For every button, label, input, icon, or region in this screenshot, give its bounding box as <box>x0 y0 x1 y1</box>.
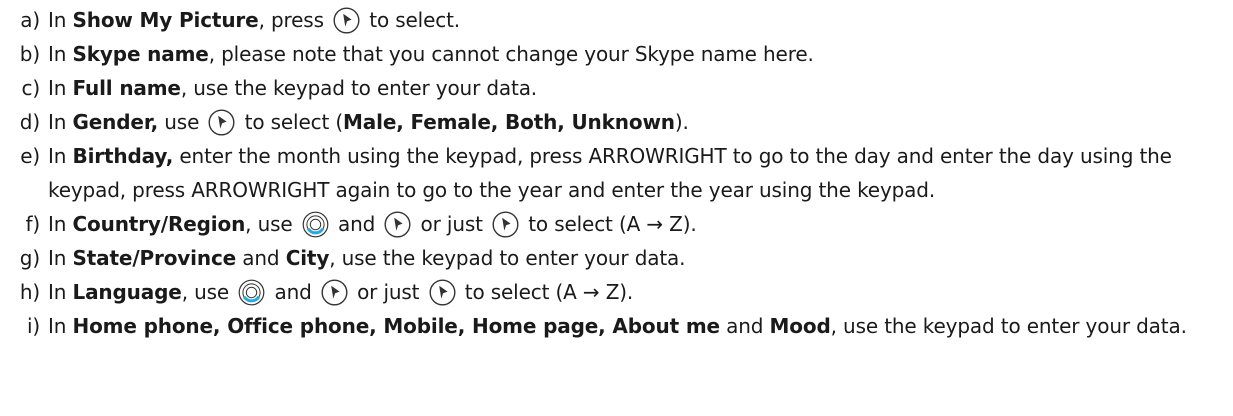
list-item: e) In Birthday, enter the month using the… <box>12 139 1233 207</box>
text-run: and <box>719 314 770 338</box>
bold-term: Gender, <box>72 110 159 134</box>
list-item: g) In State/Province and City, use the ke… <box>12 241 1233 275</box>
text-run: In <box>48 42 73 66</box>
text-run: In <box>48 314 73 338</box>
text-run: In <box>48 144 73 168</box>
list-marker: c) <box>21 76 41 100</box>
text-run: and <box>331 212 382 236</box>
text-run: , press <box>258 8 331 32</box>
next-button-icon <box>208 109 235 136</box>
step-text: In Full name, use the keypad to enter yo… <box>48 71 1233 105</box>
next-button-icon <box>384 211 411 238</box>
text-run: , use <box>181 280 236 304</box>
text-run: , use <box>245 212 299 236</box>
text-run: , please note that you cannot change you… <box>208 42 814 66</box>
text-run: In <box>48 246 73 270</box>
text-run: use <box>158 110 206 134</box>
list-item: i) In Home phone, Office phone, Mobile, H… <box>12 309 1233 343</box>
list-item: a) In Show My Picture, press to select. <box>12 3 1233 37</box>
bold-term: Skype name <box>72 42 209 66</box>
bold-term: Full name <box>72 76 181 100</box>
next-button-icon <box>429 279 456 306</box>
text-run: and <box>268 280 318 304</box>
bold-term: Country/Region <box>72 212 246 236</box>
step-text: In Gender, use to select (Male, Female, … <box>48 105 1233 139</box>
list-marker: g) <box>19 246 40 270</box>
step-text: In Skype name, please note that you cann… <box>48 37 1233 71</box>
bold-term: State/Province <box>72 246 237 270</box>
bold-term: Mood <box>769 314 831 338</box>
text-run: In <box>48 8 73 32</box>
text-run: or just <box>414 212 490 236</box>
step-text: In State/Province and City, use the keyp… <box>48 241 1233 275</box>
list-marker: h) <box>19 280 40 304</box>
list-item: f) In Country/Region, use and or just to … <box>12 207 1233 241</box>
text-run: enter the month using the keypad, press … <box>48 144 1172 202</box>
list-marker: i) <box>26 314 40 338</box>
step-text: In Home phone, Office phone, Mobile, Hom… <box>48 309 1233 343</box>
list-marker: a) <box>20 8 40 32</box>
text-run: to select ( <box>238 110 344 134</box>
next-button-icon <box>333 7 360 34</box>
text-run: In <box>48 280 73 304</box>
navigation-ring-icon <box>238 279 265 306</box>
list-item: h) In Language, use and or just to select… <box>12 275 1233 309</box>
bold-term: Male, Female, Both, Unknown <box>343 110 675 134</box>
step-text: In Show My Picture, press to select. <box>48 3 1233 37</box>
step-text: In Country/Region, use and or just to se… <box>48 207 1233 241</box>
list-item: d) In Gender, use to select (Male, Female… <box>12 105 1233 139</box>
text-run: and <box>236 246 286 270</box>
step-text: In Language, use and or just to select (… <box>48 275 1233 309</box>
next-button-icon <box>321 279 348 306</box>
bold-term: Birthday, <box>72 144 174 168</box>
text-run: In <box>48 110 73 134</box>
instruction-page: a) In Show My Picture, press to select. b)… <box>0 0 1233 416</box>
list-marker: e) <box>20 144 40 168</box>
text-run: to select (A → Z). <box>522 212 697 236</box>
navigation-ring-icon <box>302 211 329 238</box>
bold-term: Home phone, Office phone, Mobile, Home p… <box>72 314 720 338</box>
bold-term: Show My Picture <box>72 8 259 32</box>
text-run: In <box>48 212 73 236</box>
text-run: , use the keypad to enter your data. <box>180 76 538 100</box>
text-run: to select (A → Z). <box>458 280 634 304</box>
instruction-list: a) In Show My Picture, press to select. b)… <box>12 3 1233 343</box>
text-run: or just <box>350 280 426 304</box>
list-item: c) In Full name, use the keypad to enter … <box>12 71 1233 105</box>
list-item: b) In Skype name, please note that you ca… <box>12 37 1233 71</box>
bold-term: City <box>285 246 330 270</box>
list-marker: b) <box>19 42 40 66</box>
text-run: In <box>48 76 73 100</box>
step-text: In Birthday, enter the month using the k… <box>48 139 1233 207</box>
text-run: ). <box>674 110 689 134</box>
text-run: to select. <box>363 8 460 32</box>
list-marker: f) <box>25 212 40 236</box>
bold-term: Language <box>72 280 182 304</box>
text-run: , use the keypad to enter your data. <box>830 314 1187 338</box>
next-button-icon <box>492 211 519 238</box>
list-marker: d) <box>19 110 40 134</box>
text-run: , use the keypad to enter your data. <box>329 246 686 270</box>
